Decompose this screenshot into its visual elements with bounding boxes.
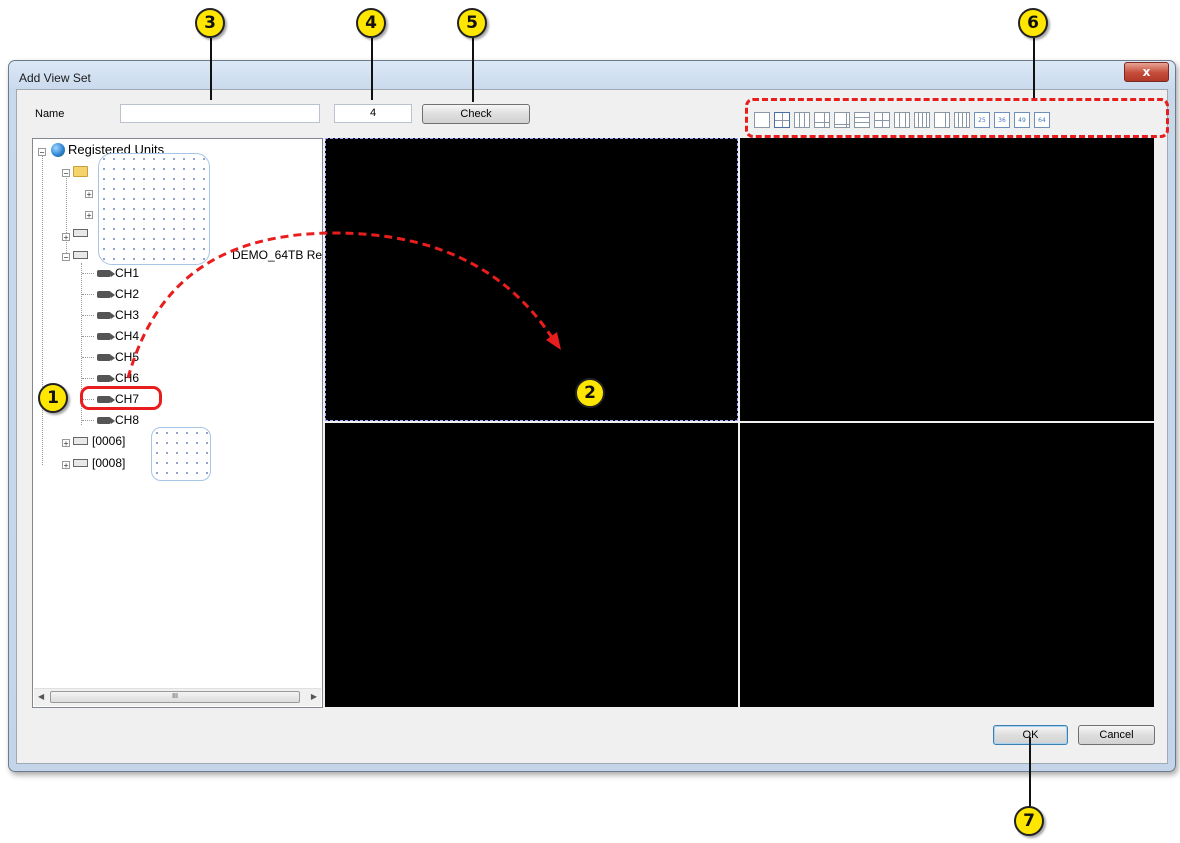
- channel-ch2[interactable]: CH2: [97, 287, 139, 301]
- layout-toolbar-highlight: [745, 98, 1169, 138]
- video-cell-3[interactable]: [325, 423, 738, 707]
- callout-3-leader: [210, 38, 212, 100]
- dvr-icon: [73, 251, 88, 259]
- unit-tree: − Registered Units − + + + − DEMO_64TB R…: [32, 138, 323, 708]
- channel-ch6[interactable]: CH6: [97, 371, 139, 385]
- camera-icon: [97, 374, 115, 382]
- channel-count-field[interactable]: 4: [334, 104, 412, 123]
- callout-1: 1: [38, 383, 68, 413]
- cancel-button[interactable]: Cancel: [1078, 725, 1155, 745]
- scroll-right-icon[interactable]: ▶: [311, 692, 317, 701]
- callout-7-leader: [1029, 737, 1031, 809]
- globe-icon: [51, 142, 65, 157]
- folder-expander-icon[interactable]: −: [62, 169, 70, 178]
- callout-6-leader: [1033, 38, 1035, 98]
- unit-expander-icon[interactable]: +: [62, 439, 70, 448]
- redacted-area: [98, 153, 210, 265]
- ch7-highlight: [80, 386, 162, 410]
- callout-3: 3: [195, 8, 225, 38]
- unit-expander-icon[interactable]: −: [62, 253, 70, 262]
- sub-expander-icon[interactable]: +: [85, 211, 93, 220]
- unit-0006[interactable]: [0006]: [73, 434, 125, 448]
- name-input[interactable]: [120, 104, 320, 123]
- horizontal-scrollbar[interactable]: ◀ III ▶: [34, 688, 321, 706]
- redacted-area: [151, 427, 211, 481]
- callout-2: 2: [575, 378, 605, 408]
- folder-icon: [73, 166, 88, 177]
- camera-icon: [97, 290, 115, 298]
- video-cell-1[interactable]: [325, 138, 738, 421]
- view-layout-grid: [323, 138, 1155, 708]
- channel-ch5[interactable]: CH5: [97, 350, 139, 364]
- camera-icon: [97, 332, 115, 340]
- callout-4-leader: [371, 38, 373, 100]
- dvr-icon: [73, 229, 88, 237]
- camera-icon: [97, 416, 115, 424]
- channel-ch8[interactable]: CH8: [97, 413, 139, 427]
- close-button[interactable]: x: [1124, 62, 1169, 82]
- sub-expander-icon[interactable]: +: [85, 190, 93, 199]
- dvr-icon: [73, 437, 88, 445]
- window-title: Add View Set: [19, 71, 91, 85]
- unit-0008[interactable]: [0008]: [73, 456, 125, 470]
- channel-ch3[interactable]: CH3: [97, 308, 139, 322]
- video-cell-2[interactable]: [740, 138, 1154, 421]
- callout-6: 6: [1018, 8, 1048, 38]
- callout-4: 4: [356, 8, 386, 38]
- scroll-left-icon[interactable]: ◀: [38, 692, 44, 701]
- camera-icon: [97, 311, 115, 319]
- channel-ch4[interactable]: CH4: [97, 329, 139, 343]
- unit-expander-icon[interactable]: +: [62, 461, 70, 470]
- video-cell-4[interactable]: [740, 423, 1154, 707]
- dvr-icon: [73, 459, 88, 467]
- check-button[interactable]: Check: [422, 104, 530, 124]
- scroll-thumb[interactable]: III: [50, 691, 300, 703]
- root-expander-icon[interactable]: −: [38, 148, 46, 157]
- camera-icon: [97, 353, 115, 361]
- callout-5: 5: [457, 8, 487, 38]
- channel-ch1[interactable]: CH1: [97, 266, 139, 280]
- folder-node[interactable]: [73, 166, 88, 177]
- camera-icon: [97, 269, 115, 277]
- callout-5-leader: [472, 38, 474, 102]
- unit-expander-icon[interactable]: +: [62, 233, 70, 242]
- unit-node[interactable]: [73, 229, 92, 237]
- callout-7: 7: [1014, 806, 1044, 836]
- name-label: Name: [35, 108, 65, 120]
